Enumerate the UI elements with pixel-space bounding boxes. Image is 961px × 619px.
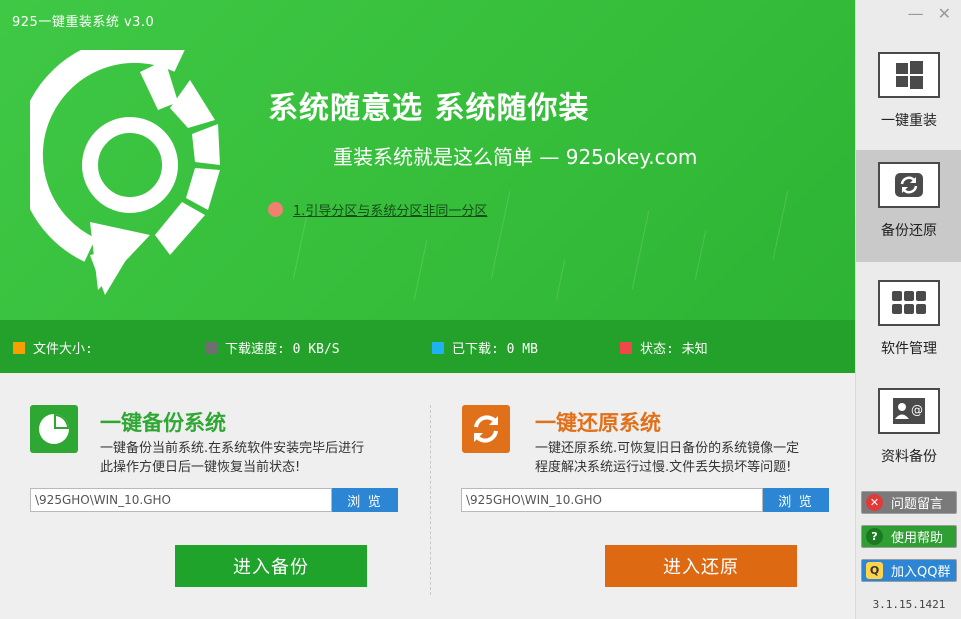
stat-speed-label: 下载速度: 0 KB/S (225, 342, 340, 357)
stat-downloaded-label: 已下载: 0 MB (452, 342, 538, 357)
help-button[interactable]: ? 使用帮助 (861, 525, 957, 548)
restore-browse-button[interactable]: 浏 览 (763, 488, 829, 512)
enter-restore-button[interactable]: 进入还原 (605, 545, 797, 587)
minimize-icon[interactable]: — (908, 4, 924, 23)
sub-slogan: 重装系统就是这么简单 — 925okey.com (333, 145, 698, 169)
notice-link[interactable]: 1.引导分区与系统分区非同一分区 (293, 200, 487, 219)
refresh-icon (462, 405, 510, 453)
restore-path-input[interactable] (461, 488, 763, 512)
stat-speed: 下载速度: 0 KB/S (205, 338, 340, 357)
panel-divider (430, 405, 431, 595)
pie-chart-icon (30, 405, 78, 453)
sidebar-item-label: 一键重装 (881, 113, 937, 129)
alert-dot-icon (268, 202, 283, 217)
stat-file-size: 文件大小: (13, 338, 93, 357)
logo-925-icon (30, 50, 220, 295)
backup-browse-button[interactable]: 浏 览 (332, 488, 398, 512)
app-title: 925一键重装系统 v3.0 (12, 15, 155, 30)
window-controls: — ✕ (908, 4, 951, 23)
backup-desc-line2: 此操作方便日后一键恢复当前状态! (100, 460, 301, 475)
stat-file-size-label: 文件大小: (33, 342, 93, 357)
stat-downloaded: 已下载: 0 MB (432, 338, 538, 357)
sidebar-item-data-backup[interactable]: @ 资料备份 (856, 376, 961, 488)
qq-penguin-icon: Q (866, 562, 883, 579)
restore-desc-line1: 一键还原系统.可恢复旧日备份的系统镜像一定 (535, 441, 800, 456)
feedback-label: 问题留言 (891, 497, 944, 512)
grid-icon (878, 280, 940, 326)
slogan: 系统随意选 系统随你装 (268, 91, 590, 126)
version-label: 3.1.15.1421 (872, 598, 946, 611)
state-indicator-icon (620, 341, 632, 354)
hero-banner: 925一键重装系统 v3.0 系统随意选 系统随你装 重装系统就是这么简单 — … (0, 0, 855, 320)
main-area: 925一键重装系统 v3.0 系统随意选 系统随你装 重装系统就是这么简单 — … (0, 0, 855, 619)
restore-desc-line2: 程度解决系统运行过慢.文件丢失损坏等问题! (535, 460, 792, 475)
qq-group-label: 加入QQ群 (891, 565, 951, 580)
enter-backup-button[interactable]: 进入备份 (175, 545, 367, 587)
file-size-indicator-icon (13, 341, 25, 354)
sidebar-item-software[interactable]: 软件管理 (856, 268, 961, 380)
windows-icon (878, 52, 940, 98)
backup-title: 一键备份系统 (100, 411, 226, 435)
notice: 1.引导分区与系统分区非同一分区 (268, 200, 487, 219)
sync-icon (878, 162, 940, 208)
speed-indicator-icon (205, 341, 217, 354)
sidebar: — ✕ 一键重装 备份还原 软件管理 @ 资料备份 ✕ 问题留言 ? 使用帮助 … (855, 0, 961, 619)
status-bar: 文件大小: 下载速度: 0 KB/S 已下载: 0 MB 状态: 未知 (0, 320, 855, 373)
sidebar-item-reinstall[interactable]: 一键重装 (856, 40, 961, 152)
stat-state-label: 状态: 未知 (640, 342, 708, 357)
profile-card-icon: @ (878, 388, 940, 434)
help-label: 使用帮助 (891, 531, 944, 546)
close-icon[interactable]: ✕ (938, 4, 951, 23)
downloaded-indicator-icon (432, 341, 444, 354)
backup-path-input[interactable] (30, 488, 332, 512)
sidebar-item-label: 备份还原 (881, 223, 937, 239)
stat-state: 状态: 未知 (620, 338, 708, 357)
qq-group-button[interactable]: Q 加入QQ群 (861, 559, 957, 582)
close-circle-icon: ✕ (866, 494, 883, 511)
feedback-button[interactable]: ✕ 问题留言 (861, 491, 957, 514)
sidebar-item-label: 资料备份 (881, 449, 937, 465)
sidebar-item-backup-restore[interactable]: 备份还原 (856, 150, 961, 262)
svg-text:@: @ (911, 403, 923, 417)
sidebar-item-label: 软件管理 (881, 341, 937, 357)
restore-title: 一键还原系统 (535, 411, 661, 435)
help-icon: ? (866, 528, 883, 545)
backup-desc-line1: 一键备份当前系统.在系统软件安装完毕后进行 (100, 441, 365, 456)
